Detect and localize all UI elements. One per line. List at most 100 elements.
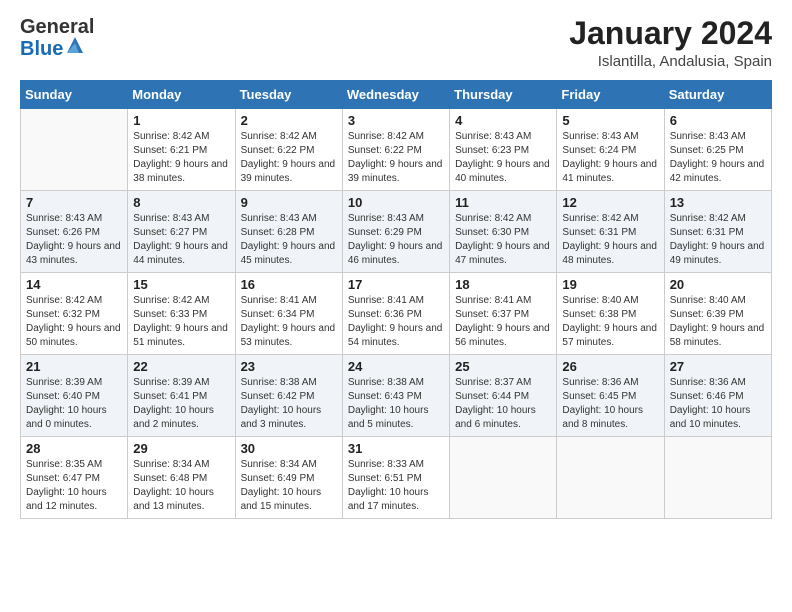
day-number: 6	[670, 113, 766, 128]
day-number: 30	[241, 441, 337, 456]
month-title: January 2024	[569, 16, 772, 51]
calendar-cell: 9Sunrise: 8:43 AM Sunset: 6:28 PM Daylig…	[235, 191, 342, 273]
calendar-cell: 24 Sunrise: 8:38 AM Sunset: 6:43 PM Dayli…	[342, 355, 449, 437]
calendar-cell: 2 Sunrise: 8:42 AM Sunset: 6:22 PM Daylig…	[235, 109, 342, 191]
calendar-week-row: 1 Sunrise: 8:42 AM Sunset: 6:21 PM Daylig…	[21, 109, 772, 191]
day-number: 18	[455, 277, 551, 292]
calendar-page: General Blue January 2024 Islantilla, An…	[0, 0, 792, 612]
day-number: 10	[348, 195, 444, 210]
day-number: 1	[133, 113, 229, 128]
calendar-cell	[557, 437, 664, 519]
day-number: 20	[670, 277, 766, 292]
header-friday: Friday	[557, 81, 664, 109]
day-info: Sunrise: 8:43 AM Sunset: 6:26 PM Dayligh…	[26, 212, 122, 268]
calendar-cell: 14 Sunrise: 8:42 AM Sunset: 6:32 PM Dayli…	[21, 273, 128, 355]
calendar-cell	[664, 437, 771, 519]
calendar-cell: 10 Sunrise: 8:43 AM Sunset: 6:29 PM Dayli…	[342, 191, 449, 273]
calendar-week-row: 28 Sunrise: 8:35 AM Sunset: 6:47 PM Dayli…	[21, 437, 772, 519]
calendar-cell: 8Sunrise: 8:43 AM Sunset: 6:27 PM Daylig…	[128, 191, 235, 273]
calendar-cell: 1 Sunrise: 8:42 AM Sunset: 6:21 PM Daylig…	[128, 109, 235, 191]
day-number: 17	[348, 277, 444, 292]
day-number: 8	[133, 195, 229, 210]
day-number: 23	[241, 359, 337, 374]
day-info: Sunrise: 8:42 AM Sunset: 6:31 PM Dayligh…	[670, 212, 766, 268]
calendar-cell	[450, 437, 557, 519]
day-number: 22	[133, 359, 229, 374]
day-info: Sunrise: 8:42 AM Sunset: 6:32 PM Dayligh…	[26, 294, 122, 350]
calendar-cell: 22 Sunrise: 8:39 AM Sunset: 6:41 PM Dayli…	[128, 355, 235, 437]
calendar-cell: 16 Sunrise: 8:41 AM Sunset: 6:34 PM Dayli…	[235, 273, 342, 355]
calendar-cell: 28 Sunrise: 8:35 AM Sunset: 6:47 PM Dayli…	[21, 437, 128, 519]
header-monday: Monday	[128, 81, 235, 109]
calendar-cell: 5 Sunrise: 8:43 AM Sunset: 6:24 PM Daylig…	[557, 109, 664, 191]
day-info: Sunrise: 8:42 AM Sunset: 6:21 PM Dayligh…	[133, 130, 229, 186]
location-subtitle: Islantilla, Andalusia, Spain	[569, 53, 772, 70]
day-info: Sunrise: 8:37 AM Sunset: 6:44 PM Dayligh…	[455, 376, 551, 432]
calendar-week-row: 21 Sunrise: 8:39 AM Sunset: 6:40 PM Dayli…	[21, 355, 772, 437]
day-number: 21	[26, 359, 122, 374]
calendar-cell: 31 Sunrise: 8:33 AM Sunset: 6:51 PM Dayli…	[342, 437, 449, 519]
calendar-cell: 25Sunrise: 8:37 AM Sunset: 6:44 PM Dayli…	[450, 355, 557, 437]
calendar-cell: 20Sunrise: 8:40 AM Sunset: 6:39 PM Dayli…	[664, 273, 771, 355]
calendar-cell: 15Sunrise: 8:42 AM Sunset: 6:33 PM Dayli…	[128, 273, 235, 355]
calendar-cell: 3 Sunrise: 8:42 AM Sunset: 6:22 PM Daylig…	[342, 109, 449, 191]
day-info: Sunrise: 8:43 AM Sunset: 6:24 PM Dayligh…	[562, 130, 658, 186]
day-number: 4	[455, 113, 551, 128]
day-info: Sunrise: 8:43 AM Sunset: 6:25 PM Dayligh…	[670, 130, 766, 186]
logo: General Blue	[20, 16, 94, 60]
day-number: 3	[348, 113, 444, 128]
day-number: 5	[562, 113, 658, 128]
day-info: Sunrise: 8:42 AM Sunset: 6:22 PM Dayligh…	[241, 130, 337, 186]
day-number: 19	[562, 277, 658, 292]
day-number: 31	[348, 441, 444, 456]
calendar-cell: 4 Sunrise: 8:43 AM Sunset: 6:23 PM Daylig…	[450, 109, 557, 191]
calendar-table: Sunday Monday Tuesday Wednesday Thursday…	[20, 80, 772, 519]
day-info: Sunrise: 8:35 AM Sunset: 6:47 PM Dayligh…	[26, 458, 122, 514]
calendar-cell	[21, 109, 128, 191]
calendar-cell: 23 Sunrise: 8:38 AM Sunset: 6:42 PM Dayli…	[235, 355, 342, 437]
day-info: Sunrise: 8:43 AM Sunset: 6:29 PM Dayligh…	[348, 212, 444, 268]
day-number: 13	[670, 195, 766, 210]
logo-blue: Blue	[20, 38, 63, 60]
day-info: Sunrise: 8:42 AM Sunset: 6:22 PM Dayligh…	[348, 130, 444, 186]
day-number: 27	[670, 359, 766, 374]
day-info: Sunrise: 8:41 AM Sunset: 6:37 PM Dayligh…	[455, 294, 551, 350]
calendar-cell: 7 Sunrise: 8:43 AM Sunset: 6:26 PM Daylig…	[21, 191, 128, 273]
day-number: 28	[26, 441, 122, 456]
calendar-week-row: 7 Sunrise: 8:43 AM Sunset: 6:26 PM Daylig…	[21, 191, 772, 273]
day-info: Sunrise: 8:43 AM Sunset: 6:28 PM Dayligh…	[241, 212, 337, 268]
day-info: Sunrise: 8:42 AM Sunset: 6:31 PM Dayligh…	[562, 212, 658, 268]
day-info: Sunrise: 8:38 AM Sunset: 6:42 PM Dayligh…	[241, 376, 337, 432]
header-saturday: Saturday	[664, 81, 771, 109]
day-info: Sunrise: 8:39 AM Sunset: 6:41 PM Dayligh…	[133, 376, 229, 432]
header-tuesday: Tuesday	[235, 81, 342, 109]
calendar-cell: 6 Sunrise: 8:43 AM Sunset: 6:25 PM Daylig…	[664, 109, 771, 191]
calendar-cell: 29 Sunrise: 8:34 AM Sunset: 6:48 PM Dayli…	[128, 437, 235, 519]
day-info: Sunrise: 8:39 AM Sunset: 6:40 PM Dayligh…	[26, 376, 122, 432]
page-header: General Blue January 2024 Islantilla, An…	[20, 16, 772, 70]
day-info: Sunrise: 8:34 AM Sunset: 6:48 PM Dayligh…	[133, 458, 229, 514]
calendar-cell: 17 Sunrise: 8:41 AM Sunset: 6:36 PM Dayli…	[342, 273, 449, 355]
day-number: 24	[348, 359, 444, 374]
day-info: Sunrise: 8:38 AM Sunset: 6:43 PM Dayligh…	[348, 376, 444, 432]
day-info: Sunrise: 8:41 AM Sunset: 6:36 PM Dayligh…	[348, 294, 444, 350]
day-number: 2	[241, 113, 337, 128]
logo-icon	[65, 35, 85, 55]
day-info: Sunrise: 8:33 AM Sunset: 6:51 PM Dayligh…	[348, 458, 444, 514]
day-number: 14	[26, 277, 122, 292]
day-info: Sunrise: 8:42 AM Sunset: 6:30 PM Dayligh…	[455, 212, 551, 268]
day-info: Sunrise: 8:41 AM Sunset: 6:34 PM Dayligh…	[241, 294, 337, 350]
day-info: Sunrise: 8:40 AM Sunset: 6:38 PM Dayligh…	[562, 294, 658, 350]
calendar-cell: 26Sunrise: 8:36 AM Sunset: 6:45 PM Dayli…	[557, 355, 664, 437]
day-number: 26	[562, 359, 658, 374]
calendar-cell: 21 Sunrise: 8:39 AM Sunset: 6:40 PM Dayli…	[21, 355, 128, 437]
calendar-cell: 19 Sunrise: 8:40 AM Sunset: 6:38 PM Dayli…	[557, 273, 664, 355]
day-number: 7	[26, 195, 122, 210]
day-number: 16	[241, 277, 337, 292]
calendar-cell: 11 Sunrise: 8:42 AM Sunset: 6:30 PM Dayli…	[450, 191, 557, 273]
calendar-week-row: 14 Sunrise: 8:42 AM Sunset: 6:32 PM Dayli…	[21, 273, 772, 355]
day-info: Sunrise: 8:43 AM Sunset: 6:23 PM Dayligh…	[455, 130, 551, 186]
day-info: Sunrise: 8:36 AM Sunset: 6:46 PM Dayligh…	[670, 376, 766, 432]
day-number: 11	[455, 195, 551, 210]
day-number: 29	[133, 441, 229, 456]
